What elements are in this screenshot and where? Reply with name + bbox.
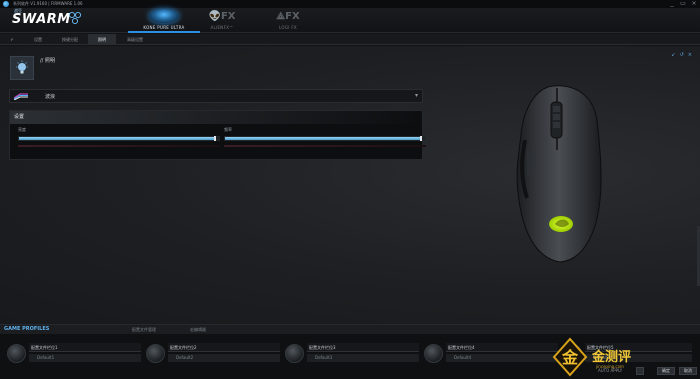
tab-profile-manager[interactable]: 配置文件管理 [132,325,156,334]
device-tab-alienfx[interactable]: 👽FX ALIENFX™ [186,8,258,33]
panel-controls: ↙ ↺ × [671,52,692,58]
profile-slot-icon [285,344,304,363]
minimize-button[interactable]: _ [668,1,676,7]
app-icon [3,1,9,7]
mouse-preview-image [516,85,602,263]
profile-slot-4[interactable]: 配置文件栏位4 Default4 [424,342,559,366]
effect-dropdown[interactable]: 波浪 ▾ [9,89,423,103]
auto-apply-checkbox[interactable] [636,367,644,375]
slider-underline [224,145,426,147]
main-panel: // 照明 ↙ ↺ × 波浪 ▾ 设置 亮度 频率 [0,46,700,324]
profile-slot-default: Default2 [168,354,280,362]
close-icon[interactable]: × [688,52,692,58]
chevron-down-icon: ▾ [414,92,418,99]
brightness-thumb[interactable] [214,136,216,141]
profile-slot-name[interactable]: 配置文件栏位4 [446,343,558,352]
ok-button[interactable]: 确定 [657,367,675,375]
brightness-slider[interactable] [18,136,220,141]
alienfx-icon: 👽FX [208,11,236,22]
tab-advanced[interactable]: 高级设置 [118,34,152,45]
close-button[interactable]: × [690,1,698,7]
logifx-icon: ⟁FX [276,11,300,22]
profile-slot-name[interactable]: 配置文件栏位1 [29,343,141,352]
device-tab-logi-fx[interactable]: ⟁FX LOGI FX [252,8,324,33]
brightness-label: 亮度 [18,127,26,132]
window-controls: _ ▭ × [668,1,698,7]
collapse-icon[interactable]: ↙ [671,52,675,58]
lighting-settings-panel: 设置 亮度 频率 [9,110,426,160]
lightbulb-icon [10,56,34,80]
settings-title: 设置 [10,111,422,124]
profile-slot-name[interactable]: 配置文件栏位3 [307,343,419,352]
profile-slot-default: Default4 [446,354,558,362]
profile-slot-1[interactable]: 配置文件栏位1 Default1 [7,342,142,366]
watermark-brand: 金测评 [591,349,631,365]
tab-settings[interactable]: 设置 [22,34,54,45]
profile-slot-icon [146,344,165,363]
device-tab-label: LOGI FX [279,25,297,30]
window-title: 系列软件 V1.9160 | FIRMWARE 1.06 [13,1,83,6]
effect-selected-value: 波浪 [45,94,56,100]
profile-slot-name[interactable]: 配置文件栏位2 [168,343,280,352]
mouse-thumbnail-icon [149,9,179,23]
profile-slot-2[interactable]: 配置文件栏位2 Default2 [146,342,281,366]
profile-slot-default: Default3 [307,354,419,362]
main-nav-tabs: ✔ 设置 按键分配 照明 高级设置 [0,34,700,45]
auto-apply-label: AUTO APPLY [598,368,623,373]
tab-check[interactable]: ✔ [6,34,18,45]
wave-effect-icon [14,93,28,100]
jinceping-watermark: 金 金测评 jinceping.com [552,337,631,377]
cancel-button[interactable]: 取消 [679,367,697,375]
reset-icon[interactable]: ↺ [680,52,684,58]
tab-lighting[interactable]: 照明 [88,34,116,45]
title-bar: 系列软件 V1.9160 | FIRMWARE 1.06 _ ▭ × [0,0,700,8]
device-tab-label: ALIENFX™ [210,25,234,30]
frequency-slider-group: 频率 [224,127,426,147]
svg-text:金: 金 [561,348,579,367]
frequency-fill [225,137,421,140]
game-profiles-title[interactable]: GAME PROFILES [4,325,49,334]
maximize-button[interactable]: ▭ [679,1,687,7]
profiles-tabs: GAME PROFILES 配置文件管理 宏编辑器 [0,325,700,334]
frequency-slider[interactable] [224,136,426,141]
tab-macro-editor[interactable]: 宏编辑器 [190,325,206,334]
frequency-label: 频率 [224,127,232,132]
swarm-logo-icon [68,11,82,25]
brightness-slider-group: 亮度 [18,127,220,147]
app-header: 战豆 SWARM KONE PURE ULTRA 👽FX ALIENFX™ ⟁F… [0,8,700,33]
slider-underline [18,145,220,147]
profile-slot-icon [7,344,26,363]
profile-slot-3[interactable]: 配置文件栏位3 Default3 [285,342,420,366]
section-title: // 照明 [40,58,55,64]
profile-slot-default: Default1 [29,354,141,362]
brightness-fill [19,137,215,140]
frequency-thumb[interactable] [420,136,422,141]
profile-slot-icon [424,344,443,363]
swarm-logo: SWARM [12,12,71,27]
tab-button-assignment[interactable]: 按键分配 [54,34,86,45]
